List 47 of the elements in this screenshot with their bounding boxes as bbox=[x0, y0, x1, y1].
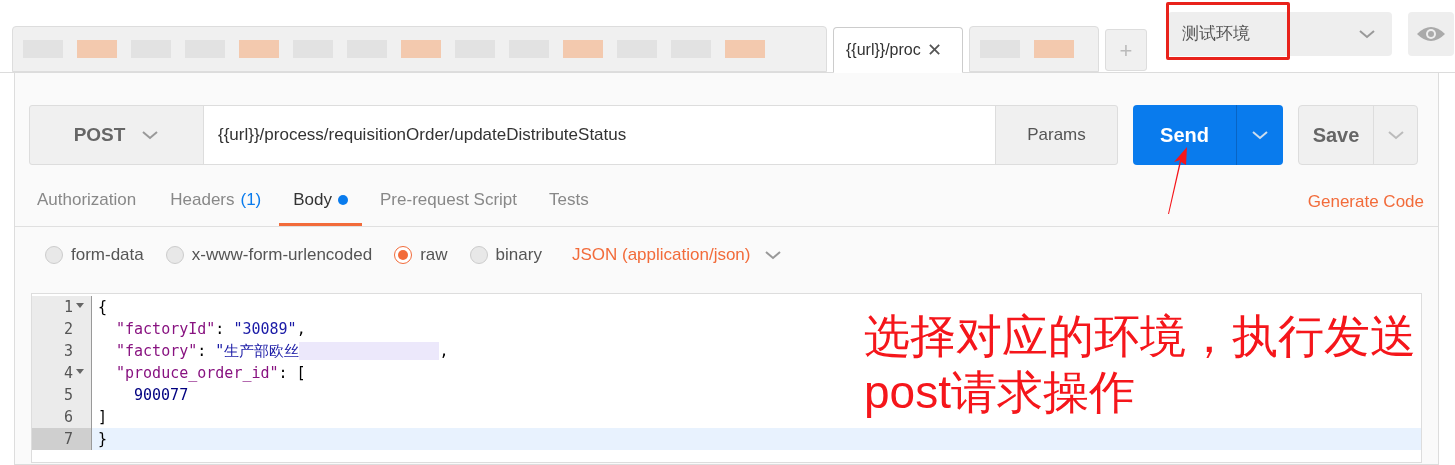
chevron-down-icon bbox=[1358, 29, 1376, 39]
radio-label: form-data bbox=[71, 244, 144, 267]
code-line: "factoryId": "30089", bbox=[115, 318, 306, 340]
line-number: 1 bbox=[63, 296, 73, 318]
radio-label: raw bbox=[420, 244, 448, 267]
fold-arrow-icon[interactable] bbox=[76, 369, 84, 375]
chevron-down-icon bbox=[764, 250, 783, 260]
section-tab[interactable]: Body bbox=[279, 176, 363, 226]
radio-button[interactable] bbox=[469, 246, 488, 264]
code-line: 900077 bbox=[133, 384, 189, 406]
section-tab[interactable]: Authorization bbox=[23, 176, 151, 226]
section-tab[interactable]: Pre-request Script bbox=[366, 176, 532, 226]
section-tab[interactable]: Headers (1) bbox=[156, 176, 276, 226]
annotation-text: 选择对应的环境，执行发送post请求操作 bbox=[864, 309, 1417, 420]
count-label: (1) bbox=[240, 188, 262, 211]
line-number: 5 bbox=[63, 384, 73, 406]
line-number: 4 bbox=[63, 362, 73, 384]
eye-button[interactable] bbox=[1408, 12, 1454, 56]
section-tab[interactable]: Tests bbox=[535, 176, 603, 226]
eye-icon bbox=[1416, 25, 1446, 43]
code-line: ] bbox=[97, 406, 108, 428]
code-line: } bbox=[97, 428, 108, 450]
code-line: { bbox=[97, 296, 108, 318]
request-tab[interactable]: {{url}}/proc ✕ bbox=[833, 27, 963, 73]
environment-dropdown[interactable]: 测试环境 bbox=[1168, 12, 1392, 56]
line-number: 3 bbox=[63, 340, 73, 362]
arrow-drawing bbox=[1166, 146, 1190, 216]
code-editor[interactable]: 选择对应的环境，执行发送post请求操作 1 { 2 "factoryId": "30089", 3 "factory": "生产部欧丝 , 4 "produce_order_id": [ 5 900077 6 ] 7 } bbox=[31, 293, 1422, 463]
radio-button[interactable] bbox=[165, 246, 184, 264]
blurred-tab[interactable] bbox=[12, 26, 827, 72]
code-line: "produce_order_id": [ bbox=[115, 362, 306, 384]
chevron-down-icon bbox=[1251, 130, 1269, 140]
close-icon[interactable]: ✕ bbox=[926, 36, 942, 64]
radio-label: x-www-form-urlencoded bbox=[191, 244, 373, 267]
generate-code-link[interactable]: Generate Code bbox=[1307, 188, 1424, 214]
code-line: "factory": "生产部欧丝 , bbox=[115, 340, 449, 362]
line-number: 2 bbox=[63, 318, 73, 340]
blurred-tab[interactable] bbox=[969, 26, 1099, 72]
radio-label: binary bbox=[495, 244, 542, 267]
radio-button[interactable] bbox=[45, 246, 63, 264]
line-number: 7 bbox=[63, 428, 73, 450]
line-number: 6 bbox=[63, 406, 73, 428]
tab-title: {{url}}/proc bbox=[846, 40, 921, 60]
chevron-down-icon bbox=[1386, 130, 1405, 140]
fold-arrow-icon[interactable] bbox=[76, 303, 84, 309]
radio-button[interactable] bbox=[394, 246, 413, 264]
content-type-dropdown[interactable]: JSON (application/json) bbox=[571, 242, 783, 268]
